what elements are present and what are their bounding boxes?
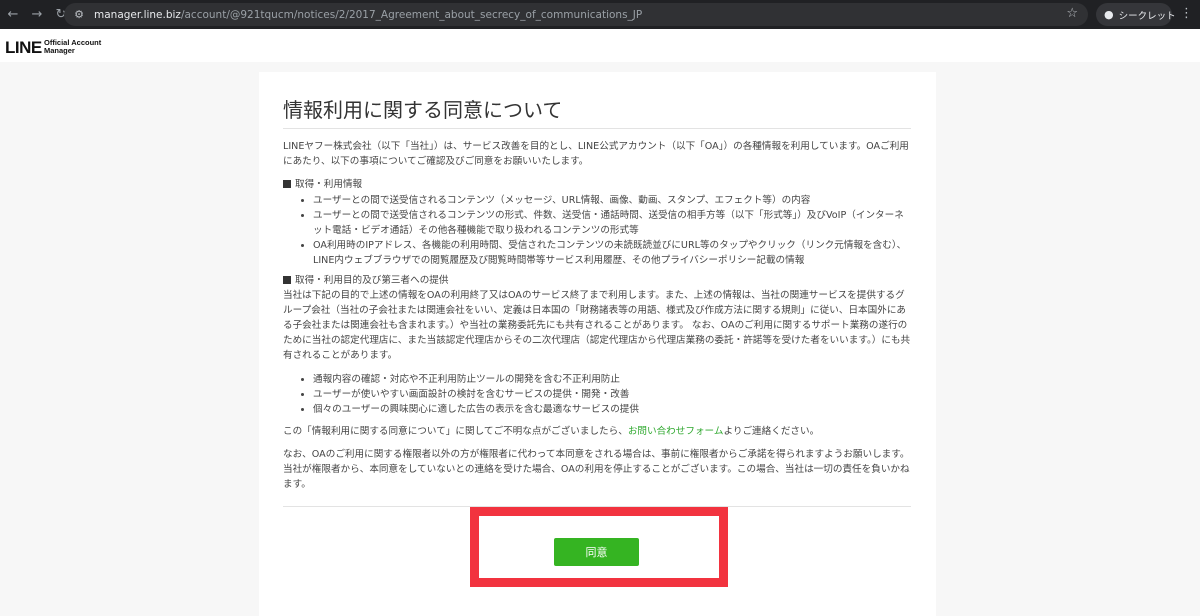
bookmark-star-icon[interactable]: ☆ (1066, 6, 1078, 21)
notice-text: なお、OAのご利用に関する権限者以外の方が権限者に代わって本同意をされる場合は、… (283, 449, 910, 490)
logo-subtitle: Official Account Manager (44, 38, 102, 55)
contact-text: この「情報利用に関する同意について」に関してご不明な点がございましたら、お問い合… (283, 424, 911, 439)
incognito-indicator[interactable]: ● シークレット (1096, 3, 1176, 26)
list-item: ユーザーとの間で送受信されるコンテンツの形式、件数、送受信・通話時間、送受信の相… (313, 208, 911, 238)
forward-icon[interactable]: → (28, 6, 46, 24)
back-icon[interactable]: ← (4, 6, 22, 24)
url-host: manager.line.biz (94, 8, 181, 21)
url-path: /account/@921tqucm/notices/2/2017_Agreem… (180, 8, 643, 21)
section-acquired-info-heading: 取得・利用情報 (283, 177, 362, 192)
contact-text-after: よりご連絡ください。 (723, 426, 820, 437)
list-item: ユーザーとの間で送受信されるコンテンツ（メッセージ、URL情報、画像、動画、スタ… (313, 193, 911, 208)
list-item: 通報内容の確認・対応や不正利用防止ツールの開発を含む不正利用防止 (313, 372, 911, 387)
square-bullet-icon (283, 180, 291, 188)
logo-line[interactable]: LINE (5, 38, 42, 58)
address-bar[interactable]: ⚙ manager.line.biz/account/@921tqucm/not… (64, 3, 1088, 26)
site-info-icon[interactable]: ⚙ (72, 8, 86, 22)
incognito-icon: ● (1104, 8, 1114, 21)
url-text[interactable]: manager.line.biz/account/@921tqucm/notic… (94, 9, 642, 21)
agree-button[interactable]: 同意 (554, 538, 639, 566)
section-title: 取得・利用情報 (295, 179, 363, 190)
list-item: ユーザーが使いやすい画面設計の検討を含むサービスの提供・開発・改善 (313, 387, 911, 402)
app-header: LINE Official Account Manager (0, 29, 1200, 62)
browser-menu-icon[interactable]: ⋮ (1180, 6, 1193, 21)
intro-text: LINEヤフー株式会社（以下「当社」）は、サービス改善を目的とし、LINE公式ア… (283, 141, 909, 167)
browser-toolbar: ← → ↻ ⚙ manager.line.biz/account/@921tqu… (0, 0, 1200, 29)
contact-text-before: この「情報利用に関する同意について」に関してご不明な点がございましたら、 (283, 426, 628, 437)
contact-form-link[interactable]: お問い合わせフォーム (628, 426, 724, 437)
purpose-text: 当社は下記の目的で上述の情報をOAの利用終了又はOAのサービス終了まで利用します… (283, 290, 911, 361)
acquired-info-list: ユーザーとの間で送受信されるコンテンツ（メッセージ、URL情報、画像、動画、スタ… (299, 193, 911, 268)
purpose-list: 通報内容の確認・対応や不正利用防止ツールの開発を含む不正利用防止 ユーザーが使い… (299, 372, 911, 417)
square-bullet-icon (283, 276, 291, 284)
list-item: 個々のユーザーの興味関心に適した広告の表示を含む最適なサービスの提供 (313, 402, 911, 417)
section-title: 取得・利用目的及び第三者への提供 (295, 275, 449, 286)
page-title: 情報利用に関する同意について (283, 98, 563, 122)
incognito-label: シークレット (1118, 10, 1176, 22)
list-item: OA利用時のIPアドレス、各機能の利用時間、受信されたコンテンツの未読既読並びに… (313, 238, 911, 268)
title-divider (283, 128, 911, 129)
section-purpose-heading: 取得・利用目的及び第三者への提供 (283, 273, 449, 288)
